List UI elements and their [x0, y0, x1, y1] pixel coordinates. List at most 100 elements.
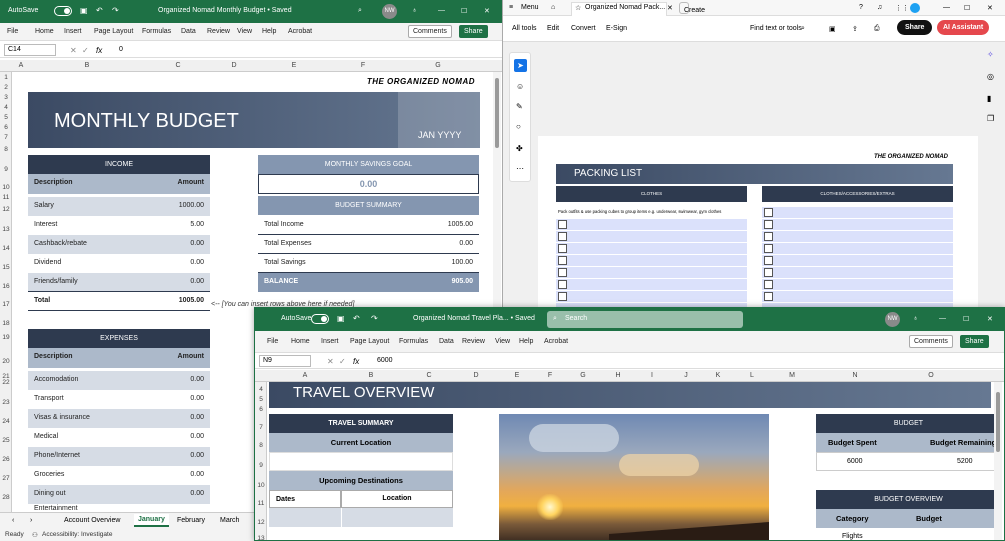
star-icon[interactable]: ☆: [575, 4, 581, 12]
income-row[interactable]: Cashback/rebate 0.00: [28, 235, 210, 254]
menu-page-layout[interactable]: Page Layout: [350, 338, 389, 345]
menu-formulas[interactable]: Formulas: [142, 28, 171, 35]
income-row[interactable]: Salary 1000.00: [28, 197, 210, 216]
check-icon[interactable]: ✓: [82, 47, 89, 55]
prev-sheet-icon[interactable]: ‹: [12, 517, 14, 524]
row-header[interactable]: 7: [255, 424, 267, 431]
function-icon[interactable]: fx: [353, 358, 359, 366]
row-header[interactable]: 18: [0, 320, 12, 327]
row-header[interactable]: 26: [0, 456, 12, 463]
lightbulb-icon[interactable]: ♁: [913, 315, 918, 322]
maximize-icon[interactable]: ☐: [964, 4, 970, 12]
search-icon[interactable]: ⌕: [801, 25, 805, 33]
menu-review[interactable]: Review: [207, 28, 230, 35]
menu-view[interactable]: View: [237, 28, 252, 35]
row-header[interactable]: 1: [0, 74, 12, 81]
tab-january[interactable]: January: [134, 514, 169, 527]
row-header[interactable]: 10: [255, 482, 267, 489]
row-header[interactable]: 22: [0, 379, 12, 386]
row-header[interactable]: 12: [255, 519, 267, 526]
checkbox[interactable]: [764, 232, 773, 241]
checkbox[interactable]: [764, 280, 773, 289]
col-a[interactable]: A: [269, 372, 341, 379]
summary-row[interactable]: Total Savings 100.00: [258, 254, 479, 273]
profile-icon[interactable]: [910, 3, 920, 13]
undo-icon[interactable]: ↶: [353, 315, 360, 323]
row-header[interactable]: 8: [255, 442, 267, 449]
row-header[interactable]: 7: [0, 134, 12, 141]
row-header[interactable]: 20: [0, 358, 12, 365]
col-d[interactable]: D: [210, 62, 258, 69]
save-icon[interactable]: ▣: [80, 7, 88, 15]
expense-row[interactable]: Transport 0.00: [28, 390, 210, 409]
row-header[interactable]: 13: [255, 535, 267, 540]
find-input[interactable]: Find text or tools: [750, 25, 802, 32]
col-f[interactable]: F: [330, 62, 396, 69]
status-accessibility[interactable]: Accessibility: Investigate: [42, 531, 112, 538]
redo-icon[interactable]: ↷: [112, 7, 119, 15]
row-header[interactable]: 5: [0, 114, 12, 121]
checkbox[interactable]: [764, 208, 773, 217]
tool-esign[interactable]: E-Sign: [606, 25, 627, 32]
row-header[interactable]: 24: [0, 418, 12, 425]
menu-view[interactable]: View: [495, 338, 510, 345]
col-c[interactable]: C: [146, 62, 210, 69]
comment-icon[interactable]: ☺: [516, 83, 524, 91]
checkbox[interactable]: [558, 244, 567, 253]
row-header[interactable]: 17: [0, 301, 12, 308]
row-header[interactable]: 6: [255, 406, 267, 413]
col-e[interactable]: E: [258, 62, 330, 69]
checkbox[interactable]: [558, 268, 567, 277]
income-row[interactable]: Friends/family 0.00: [28, 273, 210, 292]
checkbox[interactable]: [558, 292, 567, 301]
budget-spent-value[interactable]: 6000: [847, 458, 863, 465]
search-icon[interactable]: ⌕: [358, 7, 362, 15]
checkbox[interactable]: [764, 256, 773, 265]
tool-all-tools[interactable]: All tools: [512, 25, 537, 32]
checkbox[interactable]: [558, 220, 567, 229]
menu-help[interactable]: Help: [262, 28, 276, 35]
ai-assistant-button[interactable]: AI Assistant: [937, 20, 990, 35]
row-header[interactable]: 2: [0, 84, 12, 91]
row-header[interactable]: 15: [0, 264, 12, 271]
savings-goal-value[interactable]: 0.00: [258, 174, 479, 194]
document-title[interactable]: Organized Nomad Monthly Budget • Saved: [158, 7, 292, 14]
col-g[interactable]: G: [561, 372, 605, 379]
row-header[interactable]: 11: [0, 194, 12, 201]
bookmark-icon[interactable]: ▮: [987, 95, 991, 103]
row-header[interactable]: 3: [0, 94, 12, 101]
col-c[interactable]: C: [401, 372, 457, 379]
tab-february[interactable]: February: [177, 517, 205, 524]
save-icon[interactable]: ▣: [337, 315, 345, 323]
income-row[interactable]: Interest 5.00: [28, 216, 210, 235]
col-m[interactable]: M: [767, 372, 817, 379]
autosave-toggle[interactable]: [54, 6, 72, 16]
document-title[interactable]: Organized Nomad Travel Pla... • Saved: [413, 315, 535, 322]
create-button[interactable]: Create: [679, 2, 705, 14]
row-header[interactable]: 6: [0, 124, 12, 131]
lightbulb-icon[interactable]: ♁: [412, 7, 417, 14]
tab-title[interactable]: Organized Nomad Pack...: [585, 4, 665, 11]
menu-acrobat[interactable]: Acrobat: [288, 28, 312, 35]
maximize-icon[interactable]: ☐: [963, 315, 969, 323]
col-n[interactable]: N: [817, 372, 893, 379]
minimize-icon[interactable]: —: [943, 4, 950, 11]
row-header[interactable]: 11: [255, 500, 267, 507]
undo-icon[interactable]: ↶: [96, 7, 103, 15]
balance-row[interactable]: BALANCE 905.00: [258, 273, 479, 292]
row-header[interactable]: 19: [0, 334, 12, 341]
formula-input[interactable]: 0: [115, 44, 495, 56]
menu-data[interactable]: Data: [439, 338, 454, 345]
redo-icon[interactable]: ↷: [371, 315, 378, 323]
col-e[interactable]: E: [495, 372, 539, 379]
row-header[interactable]: 14: [0, 245, 12, 252]
menu-icon[interactable]: ≡: [509, 4, 513, 11]
col-j[interactable]: J: [673, 372, 699, 379]
checkbox[interactable]: [558, 232, 567, 241]
menu-file[interactable]: File: [7, 28, 18, 35]
row-header[interactable]: 4: [255, 386, 267, 393]
next-sheet-icon[interactable]: ›: [30, 517, 32, 524]
current-location-cell[interactable]: [269, 452, 453, 471]
row-header[interactable]: 23: [0, 399, 12, 406]
summary-row[interactable]: Total Expenses 0.00: [258, 235, 479, 254]
